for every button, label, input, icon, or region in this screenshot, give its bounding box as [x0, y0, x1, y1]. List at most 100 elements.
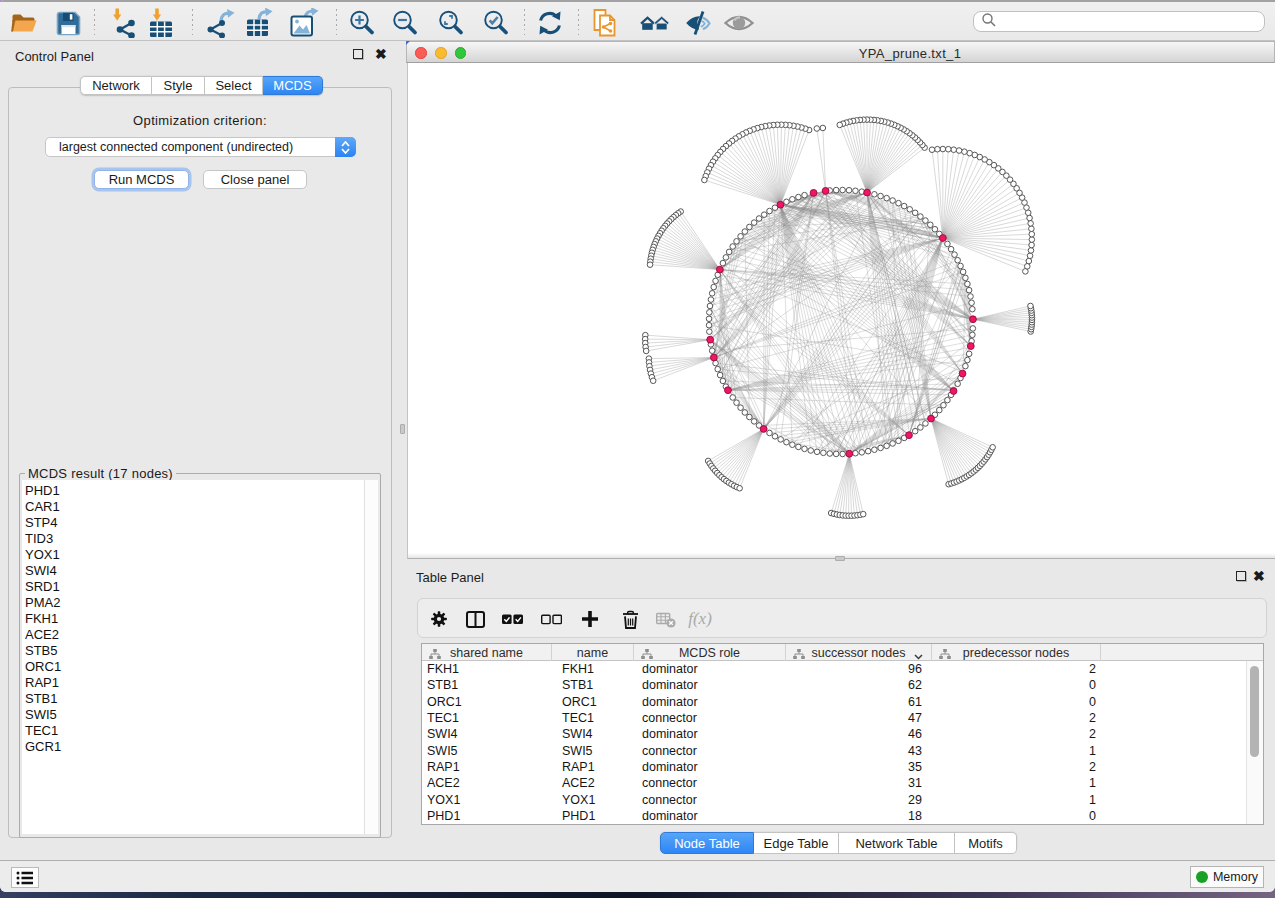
- mcds-result-item[interactable]: GCR1: [22, 739, 378, 755]
- run-mcds-button[interactable]: Run MCDS: [94, 170, 189, 189]
- criterion-select[interactable]: largest connected component (undirected): [45, 137, 356, 157]
- column-header-successor-nodes[interactable]: successor nodes: [786, 644, 932, 661]
- table-row[interactable]: YOX1YOX1connector291: [422, 791, 1248, 807]
- mcds-result-item[interactable]: CAR1: [22, 499, 378, 515]
- tab-edge-table[interactable]: Edge Table: [754, 832, 839, 854]
- criterion-value: largest connected component (undirected): [59, 140, 293, 154]
- export-table-icon[interactable]: [245, 8, 275, 38]
- tab-node-table[interactable]: Node Table: [660, 832, 754, 854]
- shared-column-icon: [429, 648, 441, 662]
- table-row[interactable]: ORC1ORC1dominator610: [422, 694, 1248, 710]
- mcds-result-item[interactable]: TID3: [22, 531, 378, 547]
- table-cell: SWI4: [427, 726, 547, 742]
- mcds-result-item[interactable]: STP4: [22, 515, 378, 531]
- mcds-result-item[interactable]: SWI4: [22, 563, 378, 579]
- mcds-result-item[interactable]: STB5: [22, 643, 378, 659]
- select-all-checkboxes-icon[interactable]: [501, 609, 523, 629]
- tab-network-table[interactable]: Network Table: [839, 832, 955, 854]
- zoom-out-icon[interactable]: [390, 8, 420, 38]
- table-row[interactable]: FKH1FKH1dominator962: [422, 661, 1248, 677]
- column-header-name[interactable]: name: [552, 644, 634, 661]
- export-image-icon[interactable]: [289, 8, 319, 38]
- mcds-result-list[interactable]: PHD1CAR1STP4TID3YOX1SWI4SRD1PMA2FKH1ACE2…: [22, 480, 378, 834]
- control-panel-tabs: Network Style Select MCDS: [80, 76, 323, 95]
- hide-selected-icon[interactable]: [683, 8, 713, 38]
- control-panel-title: Control Panel: [15, 49, 94, 64]
- tab-select[interactable]: Select: [205, 76, 263, 95]
- zoom-in-icon[interactable]: [347, 8, 377, 38]
- column-header-predecessor-nodes[interactable]: predecessor nodes: [932, 644, 1101, 661]
- network-window-titlebar[interactable]: YPA_prune.txt_1: [406, 41, 1275, 63]
- control-panel-close-icon[interactable]: ✖: [375, 49, 387, 59]
- delete-column-icon[interactable]: [619, 609, 641, 629]
- column-header-shared-name[interactable]: shared name: [422, 644, 552, 661]
- window-zoom-icon[interactable]: [455, 47, 467, 59]
- mcds-result-item[interactable]: PMA2: [22, 595, 378, 611]
- memory-button[interactable]: Memory: [1190, 866, 1264, 888]
- split-panel-icon[interactable]: [464, 609, 486, 629]
- mcds-result-item[interactable]: ACE2: [22, 627, 378, 643]
- import-table-icon[interactable]: [146, 8, 176, 38]
- window-minimize-icon[interactable]: [435, 47, 447, 59]
- memory-label: Memory: [1213, 870, 1258, 884]
- network-canvas[interactable]: [407, 63, 1275, 559]
- table-row[interactable]: RAP1RAP1dominator352: [422, 759, 1248, 775]
- mcds-result-item[interactable]: SRD1: [22, 579, 378, 595]
- close-panel-button[interactable]: Close panel: [203, 170, 307, 189]
- tab-network[interactable]: Network: [80, 76, 152, 95]
- function-builder-icon: f(x): [689, 609, 711, 629]
- table-scrollbar-thumb[interactable]: [1250, 666, 1259, 757]
- table-panel-close-icon[interactable]: ✖: [1253, 571, 1265, 581]
- toolbar-separator: [94, 9, 95, 37]
- mcds-result-item[interactable]: ORC1: [22, 659, 378, 675]
- zoom-fit-content-icon[interactable]: [436, 8, 466, 38]
- table-row[interactable]: SWI4SWI4dominator462: [422, 726, 1248, 742]
- show-panels-button[interactable]: [11, 867, 39, 888]
- mcds-result-item[interactable]: STB1: [22, 691, 378, 707]
- tab-mcds[interactable]: MCDS: [263, 76, 323, 95]
- table-cell: dominator: [642, 694, 782, 710]
- mcds-result-item[interactable]: YOX1: [22, 547, 378, 563]
- column-settings-icon[interactable]: [428, 609, 450, 629]
- table-cell: 46: [786, 726, 922, 742]
- table-scrollbar[interactable]: [1246, 661, 1263, 824]
- tab-style[interactable]: Style: [152, 76, 205, 95]
- open-session-icon[interactable]: [9, 8, 39, 38]
- refresh-view-icon[interactable]: [535, 8, 565, 38]
- mcds-result-item[interactable]: TEC1: [22, 723, 378, 739]
- mcds-result-item[interactable]: PHD1: [22, 483, 378, 499]
- import-network-icon[interactable]: [109, 8, 139, 38]
- show-all-icon[interactable]: [724, 8, 754, 38]
- tab-motifs[interactable]: Motifs: [955, 832, 1017, 854]
- table-row[interactable]: PHD1PHD1dominator180: [422, 808, 1248, 824]
- save-session-icon[interactable]: [53, 8, 83, 38]
- mcds-result-item[interactable]: RAP1: [22, 675, 378, 691]
- table-cell: 47: [786, 710, 922, 726]
- search-input[interactable]: [973, 11, 1265, 32]
- mcds-result-group: MCDS result (17 nodes) PHD1CAR1STP4TID3Y…: [19, 473, 381, 838]
- network-window-title: YPA_prune.txt_1: [760, 46, 1060, 61]
- add-column-icon[interactable]: [579, 609, 601, 629]
- table-cell: 31: [786, 775, 922, 791]
- column-header-mcds-role[interactable]: MCDS role: [634, 644, 786, 661]
- zoom-selected-icon[interactable]: [481, 8, 511, 38]
- mcds-result-item[interactable]: SWI5: [22, 707, 378, 723]
- table-row[interactable]: TEC1TEC1connector472: [422, 710, 1248, 726]
- mcds-result-item[interactable]: FKH1: [22, 611, 378, 627]
- mcds-list-scrollbar[interactable]: [364, 480, 378, 834]
- export-network-icon[interactable]: [205, 8, 235, 38]
- window-resize-corner-icon[interactable]: [406, 41, 410, 45]
- vertical-splitter-handle[interactable]: [400, 424, 405, 434]
- table-row[interactable]: ACE2ACE2connector311: [422, 775, 1248, 791]
- table-row[interactable]: STB1STB1dominator620: [422, 677, 1248, 693]
- clone-network-icon[interactable]: [591, 8, 621, 38]
- table-cell: YOX1: [427, 791, 547, 807]
- table-row[interactable]: SWI5SWI5connector431: [422, 743, 1248, 759]
- deselect-all-checkboxes-icon[interactable]: [540, 609, 562, 629]
- table-panel-maximize-icon[interactable]: [1236, 571, 1246, 581]
- table-cell: dominator: [642, 661, 782, 677]
- control-panel-maximize-icon[interactable]: [353, 49, 363, 59]
- window-close-icon[interactable]: [415, 47, 427, 59]
- first-neighbors-icon[interactable]: [640, 8, 670, 38]
- table-cell: dominator: [642, 677, 782, 693]
